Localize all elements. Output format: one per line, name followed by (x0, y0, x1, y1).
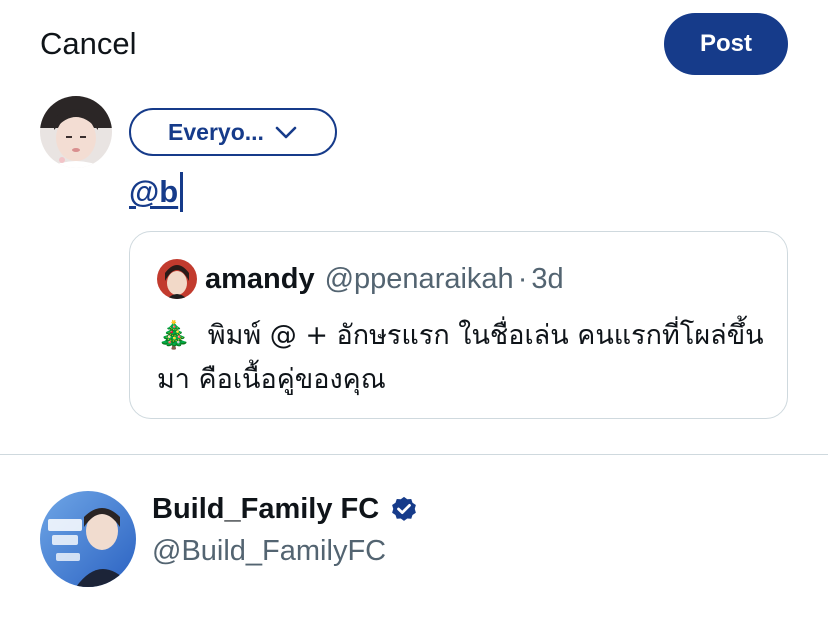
quoted-author-avatar (157, 259, 197, 299)
separator-dot: · (517, 262, 528, 295)
quoted-author-handle: @ppenaraikah (324, 262, 514, 295)
quoted-post-header: amandy @ppenaraikah · 3d (157, 258, 564, 300)
christmas-tree-emoji: 🎄 (157, 320, 191, 351)
suggestion-handle: @Build_FamilyFC (152, 535, 387, 567)
audience-label: Everyo... (168, 118, 264, 145)
quoted-post-text: 🎄 พิมพ์ @ + อักษรแรก ในชื่อเล่น คนแรกที่… (157, 314, 767, 402)
suggestion-name-row: Build_Family FC (152, 493, 419, 526)
cancel-button[interactable]: Cancel (40, 26, 137, 62)
compose-text-input[interactable]: @b (129, 172, 184, 212)
suggestion-avatar (40, 491, 136, 587)
user-avatar[interactable] (40, 96, 112, 168)
quoted-post-card[interactable]: amandy @ppenaraikah · 3d 🎄 พิมพ์ @ + อัก… (129, 231, 788, 419)
suggestion-name: Build_Family FC (152, 493, 380, 525)
verified-badge-icon (392, 496, 417, 521)
quoted-post-body: พิมพ์ @ + อักษรแรก ในชื่อเล่น คนแรกที่โผ… (157, 320, 764, 395)
compose-text: @b (129, 174, 179, 209)
chevron-down-icon (275, 126, 297, 139)
text-cursor (180, 172, 184, 212)
compose-screen: Cancel Post Everyo... @b amandy @ppenara… (0, 0, 828, 639)
quoted-author-name: amandy (205, 262, 315, 295)
mention-suggestion-item[interactable]: Build_Family FC @Build_FamilyFC (0, 455, 828, 639)
post-button[interactable]: Post (664, 13, 788, 75)
audience-selector[interactable]: Everyo... (129, 108, 337, 156)
quoted-post-time: 3d (531, 262, 564, 295)
